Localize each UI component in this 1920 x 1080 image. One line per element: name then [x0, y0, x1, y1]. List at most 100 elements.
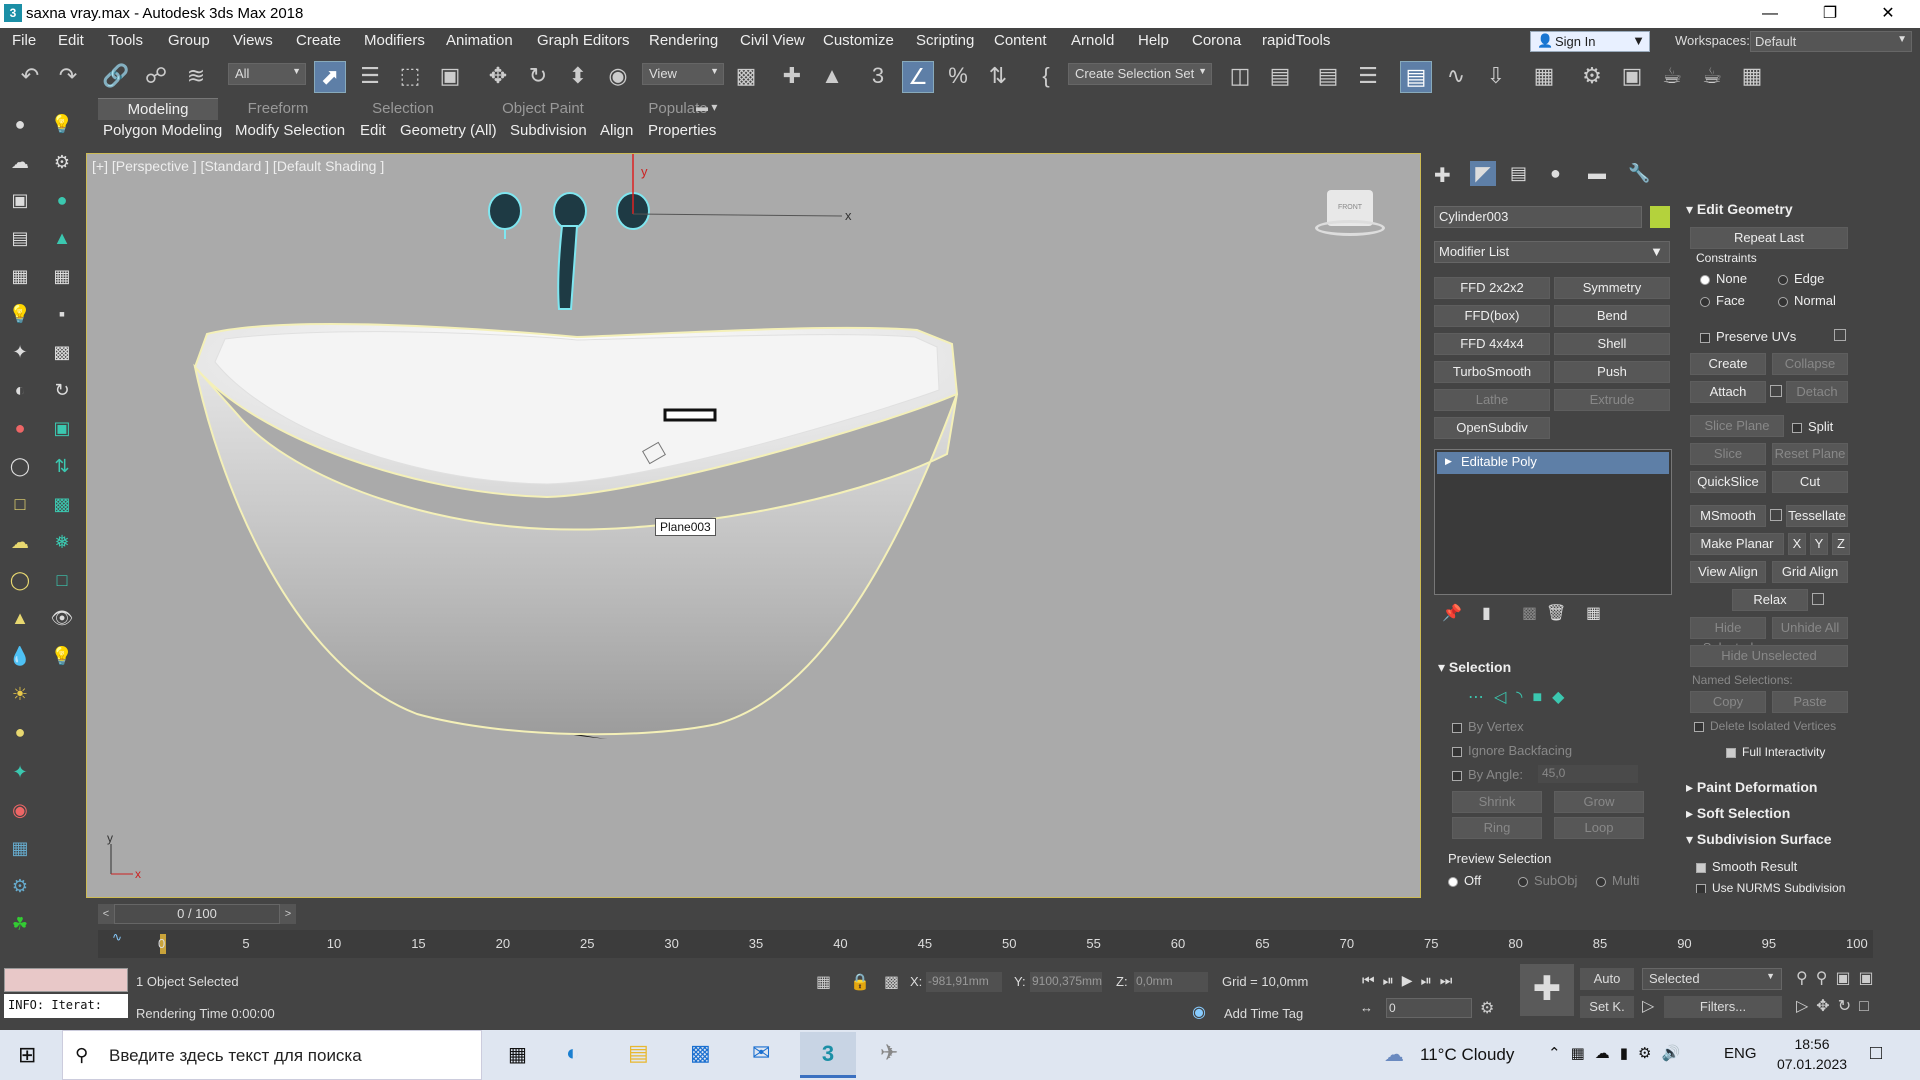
menu-help[interactable]: Help [1138, 32, 1169, 49]
particles-icon[interactable]: ● [48, 186, 76, 214]
clock-date[interactable]: 07.01.2023 [1774, 1056, 1850, 1072]
rectangular-selection-icon[interactable]: ⬚ [394, 61, 426, 93]
ring-button[interactable]: Ring [1452, 817, 1542, 839]
key-filter-icon[interactable]: ▷ [1642, 996, 1654, 1016]
record-icon[interactable]: ● [6, 414, 34, 442]
loop-button[interactable]: Loop [1554, 817, 1644, 839]
constraint-none-radio[interactable]: None [1700, 271, 1747, 286]
tab-object-paint[interactable]: Object Paint [468, 98, 618, 120]
soft-selection-rollout-header[interactable]: ▸ Soft Selection [1686, 805, 1790, 827]
light-icon[interactable]: 💡 [48, 110, 76, 138]
paste-button[interactable]: Paste [1772, 691, 1848, 713]
render-production-icon[interactable]: ☕ [1656, 61, 1688, 93]
viewport-nav-icons-top[interactable]: ⚲⚲▣▣ [1796, 968, 1882, 988]
plant-icon[interactable]: ☘ [6, 910, 34, 938]
close-button[interactable]: ✕ [1864, 0, 1912, 28]
paint-deformation-rollout-header[interactable]: ▸ Paint Deformation [1686, 779, 1818, 801]
selection-filter-select[interactable]: All ▼ [228, 63, 306, 85]
menu-rendering[interactable]: Rendering [649, 32, 718, 49]
constraint-normal-radio[interactable]: Normal [1778, 293, 1836, 308]
menu-create[interactable]: Create [296, 32, 341, 49]
create-button[interactable]: Create [1690, 353, 1766, 375]
remove-modifier-icon[interactable]: 🗑 [1546, 603, 1566, 623]
display-tab-icon[interactable]: ▬ [1588, 163, 1606, 184]
rendered-frame-window-icon[interactable]: ▣ [1616, 61, 1648, 93]
sign-in-dropdown[interactable]: 👤 Sign In ▼ [1530, 31, 1650, 52]
spinner-snap-icon[interactable]: ⇅ [982, 61, 1014, 93]
set-key-icon[interactable]: ✚ [1520, 964, 1574, 1016]
isolate-icon[interactable]: ▦ [816, 972, 831, 992]
track-bar[interactable]: ∿ 0 5 10 15 20 25 30 35 40 45 50 55 60 65 70 75 80 85 90 95… [98, 930, 1873, 958]
tray-icons[interactable]: ⌃▦☁▮⚙🔊 [1548, 1044, 1690, 1062]
script-icon[interactable]: ▤ [6, 224, 34, 252]
stack-item-editable-poly[interactable]: ▶ Editable Poly [1437, 452, 1669, 474]
cloud-icon[interactable]: ☁ [6, 148, 34, 176]
lock-icon[interactable]: 🔒 [850, 972, 870, 992]
attach-button[interactable]: Attach [1690, 381, 1766, 403]
tab-modeling[interactable]: Modeling [98, 98, 218, 120]
make-planar-button[interactable]: Make Planar [1690, 533, 1784, 555]
window-icon[interactable]: □ [6, 490, 34, 518]
mail-icon[interactable]: ✉ [752, 1040, 770, 1066]
next-frame-button[interactable]: > [280, 904, 296, 924]
named-selection-icon[interactable]: { [1030, 61, 1062, 93]
preview-multi-radio[interactable]: Multi [1596, 873, 1639, 888]
image-icon[interactable]: ▣ [6, 186, 34, 214]
scene-explorer-icon[interactable]: ▤ [1312, 61, 1344, 93]
edge-icon[interactable]: ◐ [566, 1040, 579, 1066]
render-setup-icon[interactable]: ⚙ [1576, 61, 1608, 93]
use-nurms-checkbox[interactable]: Use NURMS Subdivision [1696, 881, 1845, 893]
tab-selection[interactable]: Selection [338, 98, 468, 120]
figure-icon[interactable]: ▪ [48, 300, 76, 328]
filters-button[interactable]: Filters... [1664, 996, 1782, 1018]
preserve-uvs-checkbox[interactable]: Preserve UVs [1700, 329, 1796, 344]
menu-animation[interactable]: Animation [446, 32, 513, 49]
bulb-icon[interactable]: 💡 [6, 300, 34, 328]
create-selection-set-select[interactable]: Create Selection Set ▼ [1068, 63, 1212, 85]
arrange-icon[interactable]: ⇅ [48, 452, 76, 480]
table-icon[interactable]: ▦ [48, 262, 76, 290]
menu-edit[interactable]: Edit [58, 32, 84, 49]
object-color-swatch[interactable] [1650, 206, 1670, 228]
grid-icon[interactable]: ▦ [6, 834, 34, 862]
slice-plane-button[interactable]: Slice Plane [1690, 415, 1784, 437]
menu-group[interactable]: Group [168, 32, 210, 49]
quickslice-button[interactable]: QuickSlice [1690, 471, 1766, 493]
tessellate-button[interactable]: Tessellate [1786, 505, 1848, 527]
full-interactivity-checkbox[interactable]: Full Interactivity [1726, 745, 1825, 759]
helper-icon[interactable]: ✦ [6, 338, 34, 366]
minimize-button[interactable]: — [1746, 0, 1794, 28]
make-unique-icon[interactable]: ▩ [1522, 603, 1537, 623]
edit-geometry-rollout-header[interactable]: ▾ Edit Geometry [1686, 201, 1793, 223]
task-view-icon[interactable]: ▦ [508, 1042, 527, 1067]
unhide-all-button[interactable]: Unhide All [1772, 617, 1848, 639]
frame-counter[interactable]: 0 / 100 [114, 904, 280, 924]
film-icon[interactable]: ▩ [48, 490, 76, 518]
modifier-btn-ffdbox[interactable]: FFD(box) [1434, 305, 1550, 327]
light-bulb-icon[interactable]: 💡 [48, 642, 76, 670]
bone-icon[interactable]: ▩ [48, 338, 76, 366]
configure-modifier-sets-icon[interactable]: ▦ [1586, 603, 1601, 623]
reset-plane-button[interactable]: Reset Plane [1772, 443, 1848, 465]
cloud-shape-icon[interactable]: ☁ [6, 528, 34, 556]
window-crossing-icon[interactable]: ▣ [434, 61, 466, 93]
menu-file[interactable]: File [12, 32, 36, 49]
link-icon[interactable]: 🔗 [100, 61, 132, 93]
object-name-field[interactable]: Cylinder003 [1434, 206, 1642, 228]
panel-modify-selection[interactable]: Modify Selection [235, 122, 345, 139]
viewport-nav-icons-bottom[interactable]: ▷✥↻□ [1796, 996, 1877, 1016]
3dsmax-taskbar-icon[interactable]: 3 [800, 1032, 856, 1078]
rotate-tool-icon[interactable]: ↻ [48, 376, 76, 404]
angle-spinner[interactable]: 45,0 [1538, 765, 1638, 783]
shrink-button[interactable]: Shrink [1452, 791, 1542, 813]
delete-isolated-checkbox[interactable]: Delete Isolated Vertices [1694, 719, 1836, 733]
msmooth-settings-icon[interactable] [1770, 509, 1782, 521]
x-coordinate-field[interactable]: -981,91mm [926, 972, 1002, 992]
menu-graph-editors[interactable]: Graph Editors [537, 32, 630, 49]
layer-explorer-icon[interactable]: ☰ [1352, 61, 1384, 93]
key-mode-icon[interactable]: ↔ [1360, 1000, 1373, 1015]
collapse-button[interactable]: Collapse [1772, 353, 1848, 375]
network-icon[interactable]: ❅ [48, 528, 76, 556]
auto-key-button[interactable]: Auto [1580, 968, 1634, 990]
maximize-button[interactable]: ❐ [1806, 0, 1854, 28]
